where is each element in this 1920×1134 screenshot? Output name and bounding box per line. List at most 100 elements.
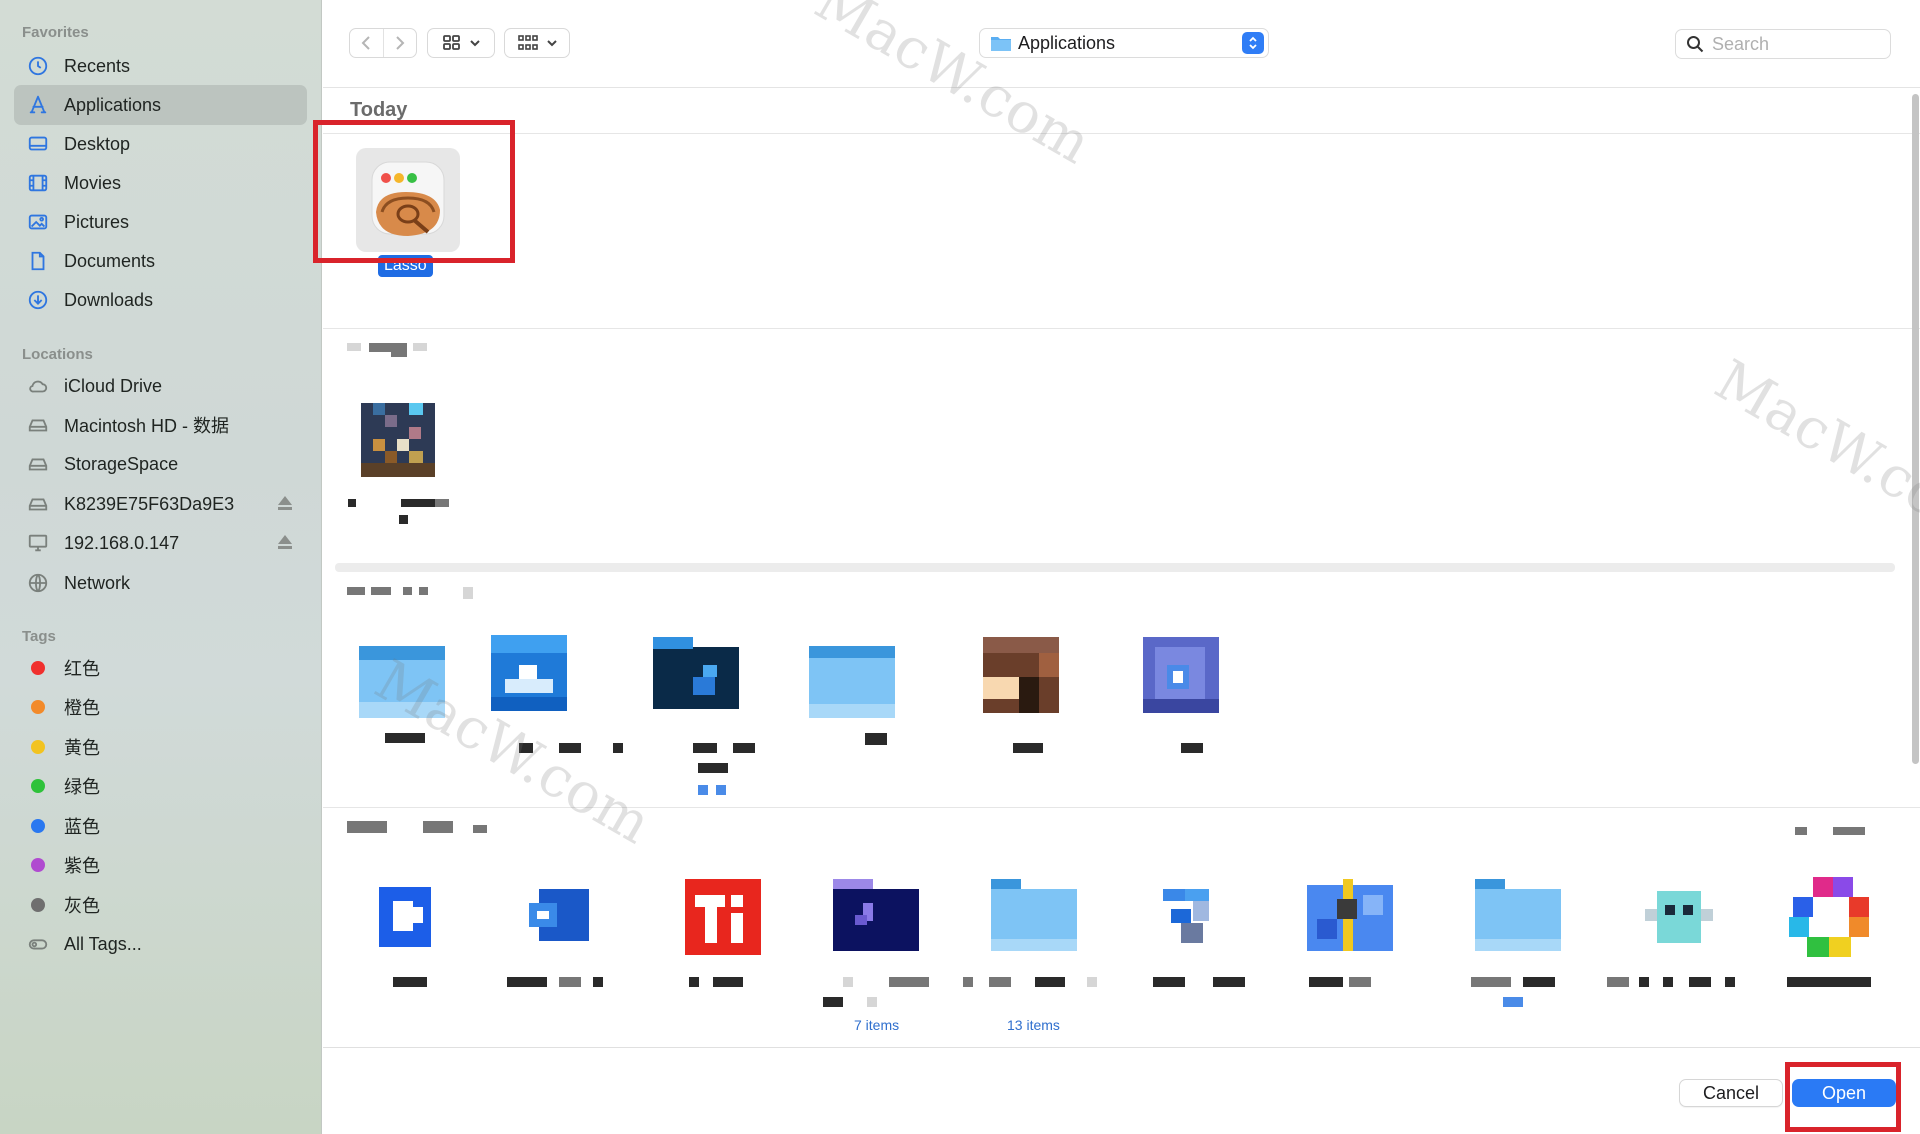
applications-icon xyxy=(26,93,50,117)
drive-icon xyxy=(26,413,50,437)
app-item-redacted[interactable] xyxy=(491,635,567,711)
search-input[interactable]: Search xyxy=(1712,34,1769,55)
redacted-text xyxy=(369,343,391,352)
favorites-header: Favorites xyxy=(22,24,89,41)
sidebar-tag-purple[interactable]: 紫色 xyxy=(14,845,307,885)
app-item-redacted[interactable] xyxy=(1789,877,1869,957)
pixelated-app-icon xyxy=(491,635,567,711)
sidebar-item-storagespace[interactable]: StorageSpace xyxy=(14,444,307,484)
group-by-button[interactable] xyxy=(504,28,570,58)
redacted-text xyxy=(1523,977,1555,987)
monitor-icon xyxy=(26,531,50,555)
tag-dot-icon xyxy=(31,700,45,714)
sidebar-item-all-tags[interactable]: All Tags... xyxy=(14,924,307,964)
back-button[interactable] xyxy=(350,29,383,57)
tag-dot-icon xyxy=(31,779,45,793)
sidebar-tag-blue[interactable]: 蓝色 xyxy=(14,806,307,846)
location-popup[interactable]: Applications xyxy=(979,28,1269,58)
sidebar-item-label: Desktop xyxy=(64,133,131,154)
folder-item[interactable] xyxy=(809,646,895,718)
forward-button[interactable] xyxy=(382,29,417,57)
view-mode-button[interactable] xyxy=(427,28,495,58)
folder-item-7-items[interactable] xyxy=(991,879,1077,951)
redacted-text xyxy=(1607,977,1629,987)
sidebar-item-label: 黄色 xyxy=(64,738,100,758)
sidebar-tag-red[interactable]: 红色 xyxy=(14,648,307,688)
clock-icon xyxy=(26,54,50,78)
sidebar-tag-gray[interactable]: 灰色 xyxy=(14,885,307,925)
group-divider xyxy=(323,328,1920,329)
sidebar-item-label: 192.168.0.147 xyxy=(64,532,180,553)
app-item-redacted[interactable] xyxy=(361,403,435,477)
sidebar-item-label: Movies xyxy=(64,172,122,193)
redacted-text xyxy=(559,977,581,987)
app-item-redacted[interactable] xyxy=(1307,879,1393,951)
app-item-redacted[interactable] xyxy=(369,879,445,955)
sidebar-item-icloud-drive[interactable]: iCloud Drive xyxy=(14,366,307,406)
redacted-text xyxy=(423,821,453,833)
sidebar-item-downloads[interactable]: Downloads xyxy=(14,280,307,320)
sidebar-tag-orange[interactable]: 橙色 xyxy=(14,687,307,727)
search-field[interactable]: Search xyxy=(1675,29,1891,59)
horizontal-scrollbar[interactable] xyxy=(335,563,1895,572)
app-item-redacted[interactable] xyxy=(685,879,761,955)
sidebar-item-recents[interactable]: Recents xyxy=(14,46,307,86)
sidebar-item-192-168-0-147[interactable]: 192.168.0.147 xyxy=(14,523,307,563)
app-item-redacted[interactable] xyxy=(1153,879,1229,955)
chevron-left-icon xyxy=(361,36,370,50)
sidebar-item-macintosh-hd[interactable]: Macintosh HD - 数据 xyxy=(14,405,307,445)
toolbar: Applications Search xyxy=(323,0,1920,88)
sidebar-item-label: Downloads xyxy=(64,289,154,310)
sidebar-tag-yellow[interactable]: 黄色 xyxy=(14,727,307,767)
app-item-redacted[interactable] xyxy=(523,879,599,955)
vertical-scrollbar[interactable] xyxy=(1912,94,1919,764)
tag-dot-icon xyxy=(31,661,45,675)
redacted-text xyxy=(463,587,473,599)
redacted-text xyxy=(393,977,427,987)
group-divider xyxy=(323,133,1920,134)
sidebar-item-pictures[interactable]: Pictures xyxy=(14,202,307,242)
sidebar-item-movies[interactable]: Movies xyxy=(14,163,307,203)
eject-icon[interactable] xyxy=(277,533,293,551)
sidebar-item-documents[interactable]: Documents xyxy=(14,241,307,281)
photo-icon xyxy=(26,210,50,234)
redacted-text xyxy=(399,515,408,524)
download-icon xyxy=(26,288,50,312)
redacted-text xyxy=(1689,977,1711,987)
redacted-text xyxy=(823,997,843,1007)
app-item-redacted[interactable] xyxy=(983,637,1059,713)
pixelated-app-icon xyxy=(379,887,431,947)
sidebar-item-applications[interactable]: Applications xyxy=(14,85,307,125)
drive-icon xyxy=(26,492,50,516)
folder-item[interactable] xyxy=(653,637,739,709)
redacted-text xyxy=(716,785,726,795)
history-nav xyxy=(349,28,417,58)
sidebar-tag-green[interactable]: 绿色 xyxy=(14,766,307,806)
folder-item-count: 13 items xyxy=(1007,1017,1060,1033)
app-item-redacted[interactable] xyxy=(1143,637,1219,713)
pixelated-app-icon xyxy=(1789,877,1869,957)
sidebar-item-label: Documents xyxy=(64,250,156,271)
folder-item[interactable] xyxy=(1475,879,1561,951)
chevron-right-icon xyxy=(396,36,405,50)
sidebar-item-k8239e75f63da9e3[interactable]: K8239E75F63Da9E3 xyxy=(14,484,307,524)
pixelated-app-icon xyxy=(1143,637,1219,713)
app-item-redacted[interactable] xyxy=(833,879,919,951)
redacted-text xyxy=(413,343,427,351)
globe-icon xyxy=(26,571,50,595)
folder-icon xyxy=(991,37,1011,51)
redacted-text xyxy=(989,977,1011,987)
sidebar-item-desktop[interactable]: Desktop xyxy=(14,124,307,164)
sidebar-item-network[interactable]: Network xyxy=(14,563,307,603)
redacted-text xyxy=(733,743,755,753)
film-icon xyxy=(26,171,50,195)
dialog-footer: Cancel Open xyxy=(323,1047,1920,1134)
redacted-text xyxy=(1639,977,1649,987)
eject-icon[interactable] xyxy=(277,494,293,512)
redacted-text xyxy=(613,743,623,753)
redacted-text xyxy=(1787,977,1871,987)
cancel-button[interactable]: Cancel xyxy=(1679,1079,1783,1107)
redacted-text xyxy=(473,825,487,833)
app-item-redacted[interactable] xyxy=(1641,879,1717,955)
redacted-text xyxy=(347,821,387,833)
